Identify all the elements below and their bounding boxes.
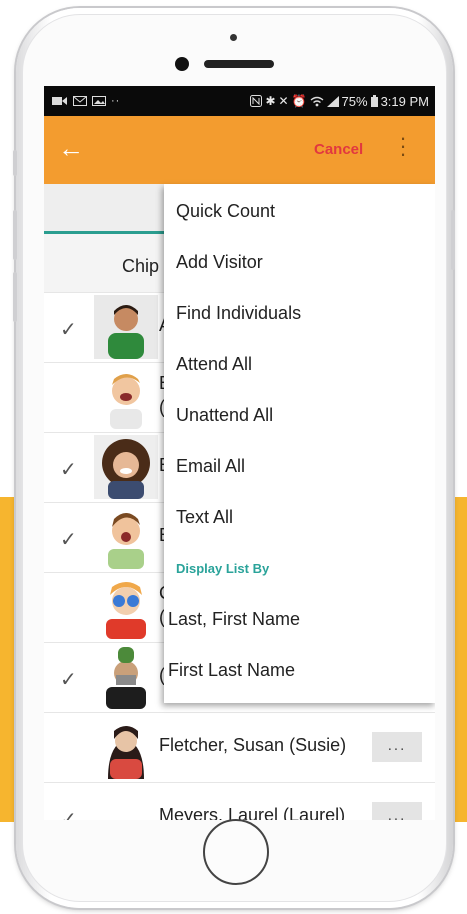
status-bar: ·· ✱ ✕ ⏰ 75% 3:19 PM xyxy=(44,86,435,116)
image-icon xyxy=(92,96,106,106)
person-photo xyxy=(94,295,158,359)
app-toolbar: ← Cancel · · · xyxy=(44,116,435,184)
person-photo xyxy=(94,575,158,639)
home-button[interactable] xyxy=(203,819,269,885)
check-icon[interactable]: ✓ xyxy=(60,527,77,552)
list-item[interactable]: Fletcher, Susan (Susie) ... xyxy=(44,712,435,782)
earpiece-speaker xyxy=(204,60,274,68)
bluetooth-icon: ✱ xyxy=(265,94,276,108)
vertical-dots-icon[interactable]: · · · xyxy=(398,127,408,165)
mute-switch xyxy=(13,150,17,176)
menu-item-attend-all[interactable]: Attend All xyxy=(176,354,252,375)
person-name: Meyers, Laurel (Laurel) xyxy=(159,805,346,820)
menu-item-add-visitor[interactable]: Add Visitor xyxy=(176,252,263,273)
menu-item-sort-last-first[interactable]: Last, First Name xyxy=(168,609,300,630)
status-right-icons: ✱ ✕ ⏰ 75% 3:19 PM xyxy=(250,94,429,109)
person-name: Fletcher, Susan (Susie) xyxy=(159,735,347,755)
proximity-sensor xyxy=(230,34,237,41)
menu-item-quick-count[interactable]: Quick Count xyxy=(176,201,275,222)
mute-icon: ✕ xyxy=(278,94,289,108)
menu-item-unattend-all[interactable]: Unattend All xyxy=(176,405,273,426)
overflow-menu: Quick Count Add Visitor Find Individuals… xyxy=(164,184,435,703)
person-photo xyxy=(94,645,158,709)
app-screen: ·· ✱ ✕ ⏰ 75% 3:19 PM ← Cancel · · · Chip ✓ xyxy=(44,86,435,820)
wifi-icon xyxy=(310,96,323,106)
list-item[interactable]: ✓ Meyers, Laurel (Laurel) ... xyxy=(44,782,435,820)
arrow-left-icon[interactable]: ← xyxy=(58,135,84,161)
front-camera xyxy=(175,57,189,71)
person-photo xyxy=(94,505,158,569)
more-button[interactable]: ... xyxy=(372,732,422,762)
menu-item-sort-first-last[interactable]: First Last Name xyxy=(168,660,295,681)
more-button[interactable]: ... xyxy=(372,802,422,820)
person-photo xyxy=(94,365,158,429)
check-icon[interactable]: ✓ xyxy=(60,457,77,482)
volume-up-button xyxy=(13,210,17,260)
status-time: 3:19 PM xyxy=(380,93,429,109)
signal-icon xyxy=(326,95,339,107)
battery-icon xyxy=(370,95,378,107)
alarm-icon: ⏰ xyxy=(291,94,307,108)
check-icon[interactable]: ✓ xyxy=(60,807,77,820)
menu-section-title: Display List By xyxy=(176,561,270,576)
battery-percent: 75% xyxy=(341,93,368,109)
cancel-button[interactable]: Cancel xyxy=(314,141,363,158)
power-button xyxy=(451,210,455,270)
person-photo xyxy=(94,435,158,499)
menu-item-find-individuals[interactable]: Find Individuals xyxy=(176,303,301,324)
group-label: Chip xyxy=(122,256,160,276)
check-icon[interactable]: ✓ xyxy=(60,317,77,342)
mail-icon xyxy=(73,96,87,106)
person-photo xyxy=(94,715,158,779)
nfc-icon xyxy=(250,95,263,107)
check-icon[interactable]: ✓ xyxy=(60,667,77,692)
menu-item-text-all[interactable]: Text All xyxy=(176,507,233,528)
status-left-icons: ·· xyxy=(52,95,120,107)
more-icon: ·· xyxy=(111,95,121,107)
menu-item-email-all[interactable]: Email All xyxy=(176,456,245,477)
video-icon xyxy=(52,97,67,105)
volume-down-button xyxy=(13,272,17,322)
